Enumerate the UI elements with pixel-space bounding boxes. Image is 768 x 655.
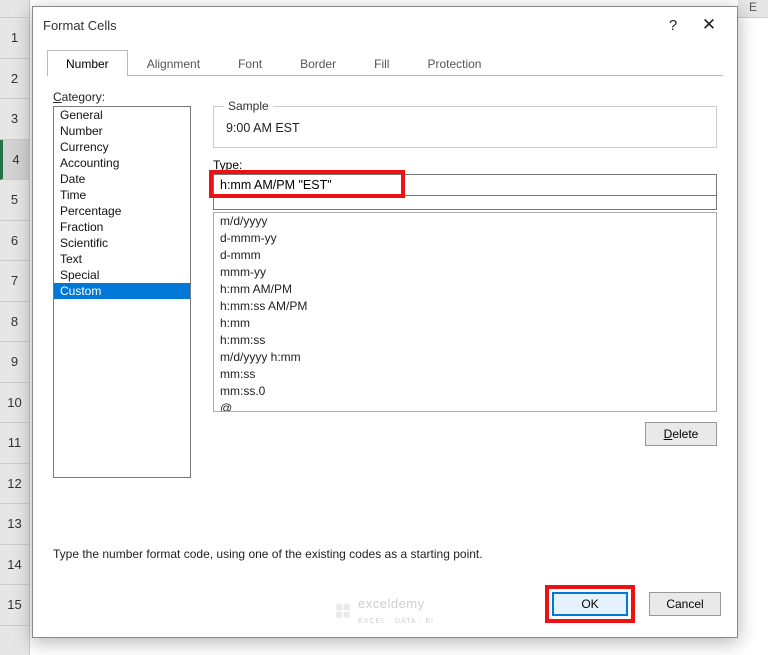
format-cells-dialog: Format Cells ? ✕ NumberAlignmentFontBord… — [32, 6, 738, 638]
instruction-text: Type the number format code, using one o… — [53, 547, 717, 561]
format-listbox[interactable]: m/d/yyyyd-mmm-yyd-mmmmmm-yyh:mm AM/PMh:m… — [213, 212, 717, 412]
category-item[interactable]: Fraction — [54, 219, 190, 235]
category-item[interactable]: Currency — [54, 139, 190, 155]
row-header[interactable]: 12 — [0, 464, 29, 505]
category-item[interactable]: Custom — [54, 283, 190, 299]
row-headers: 123456789101112131415 — [0, 0, 30, 655]
sample-group: Sample 9:00 AM EST — [213, 106, 717, 148]
tab-number[interactable]: Number — [47, 50, 128, 76]
ok-button[interactable]: OK — [552, 592, 628, 616]
tab-strip: NumberAlignmentFontBorderFillProtection — [47, 49, 723, 76]
row-header[interactable]: 3 — [0, 99, 29, 140]
tab-border[interactable]: Border — [281, 50, 355, 76]
dialog-title: Format Cells — [43, 18, 117, 33]
category-item[interactable]: Scientific — [54, 235, 190, 251]
row-header[interactable]: 2 — [0, 59, 29, 100]
row-header[interactable]: 7 — [0, 261, 29, 302]
row-header[interactable]: 11 — [0, 423, 29, 464]
tab-alignment[interactable]: Alignment — [128, 50, 219, 76]
row-header[interactable]: 8 — [0, 302, 29, 343]
format-item[interactable]: m/d/yyyy h:mm — [214, 349, 716, 366]
row-header[interactable]: 5 — [0, 180, 29, 221]
row-header[interactable]: 13 — [0, 504, 29, 545]
category-item[interactable]: Percentage — [54, 203, 190, 219]
format-item[interactable]: mmm-yy — [214, 264, 716, 281]
dialog-footer: OK Cancel — [33, 577, 737, 637]
tab-font[interactable]: Font — [219, 50, 281, 76]
row-header[interactable]: 10 — [0, 383, 29, 424]
category-listbox[interactable]: GeneralNumberCurrencyAccountingDateTimeP… — [53, 106, 191, 478]
category-item[interactable]: Text — [54, 251, 190, 267]
row-header[interactable]: 15 — [0, 585, 29, 626]
format-item[interactable]: h:mm — [214, 315, 716, 332]
format-item[interactable]: h:mm AM/PM — [214, 281, 716, 298]
format-item[interactable]: h:mm:ss — [214, 332, 716, 349]
row-header[interactable]: 6 — [0, 221, 29, 262]
dialog-body: Category: GeneralNumberCurrencyAccountin… — [33, 76, 737, 577]
dialog-titlebar: Format Cells ? ✕ — [33, 7, 737, 43]
format-item[interactable]: mm:ss.0 — [214, 383, 716, 400]
category-item[interactable]: Date — [54, 171, 190, 187]
column-header-e[interactable]: E — [738, 0, 768, 18]
row-header[interactable]: 4 — [0, 140, 29, 181]
right-pane: Sample 9:00 AM EST Type: m/d/yyyyd-mmm-y… — [213, 106, 717, 535]
tab-protection[interactable]: Protection — [408, 50, 500, 76]
sample-legend: Sample — [224, 99, 273, 113]
sample-value: 9:00 AM EST — [226, 121, 704, 135]
delete-button[interactable]: Delete — [645, 422, 717, 446]
cancel-button[interactable]: Cancel — [649, 592, 721, 616]
row-header[interactable]: 9 — [0, 342, 29, 383]
category-item[interactable]: Number — [54, 123, 190, 139]
format-item[interactable]: m/d/yyyy — [214, 213, 716, 230]
type-input-full[interactable] — [213, 174, 717, 196]
format-item[interactable]: @ — [214, 400, 716, 412]
category-item[interactable]: Accounting — [54, 155, 190, 171]
category-item[interactable]: Time — [54, 187, 190, 203]
format-item[interactable]: d-mmm — [214, 247, 716, 264]
row-header[interactable]: 14 — [0, 545, 29, 586]
row-header[interactable]: 1 — [0, 18, 29, 59]
tab-fill[interactable]: Fill — [355, 50, 408, 76]
format-item[interactable]: mm:ss — [214, 366, 716, 383]
help-button[interactable]: ? — [655, 7, 691, 43]
category-item[interactable]: Special — [54, 267, 190, 283]
format-item[interactable]: d-mmm-yy — [214, 230, 716, 247]
category-label: Category: — [53, 90, 717, 104]
format-item[interactable]: h:mm:ss AM/PM — [214, 298, 716, 315]
category-item[interactable]: General — [54, 107, 190, 123]
close-button[interactable]: ✕ — [691, 7, 727, 43]
type-label: Type: — [213, 158, 717, 172]
